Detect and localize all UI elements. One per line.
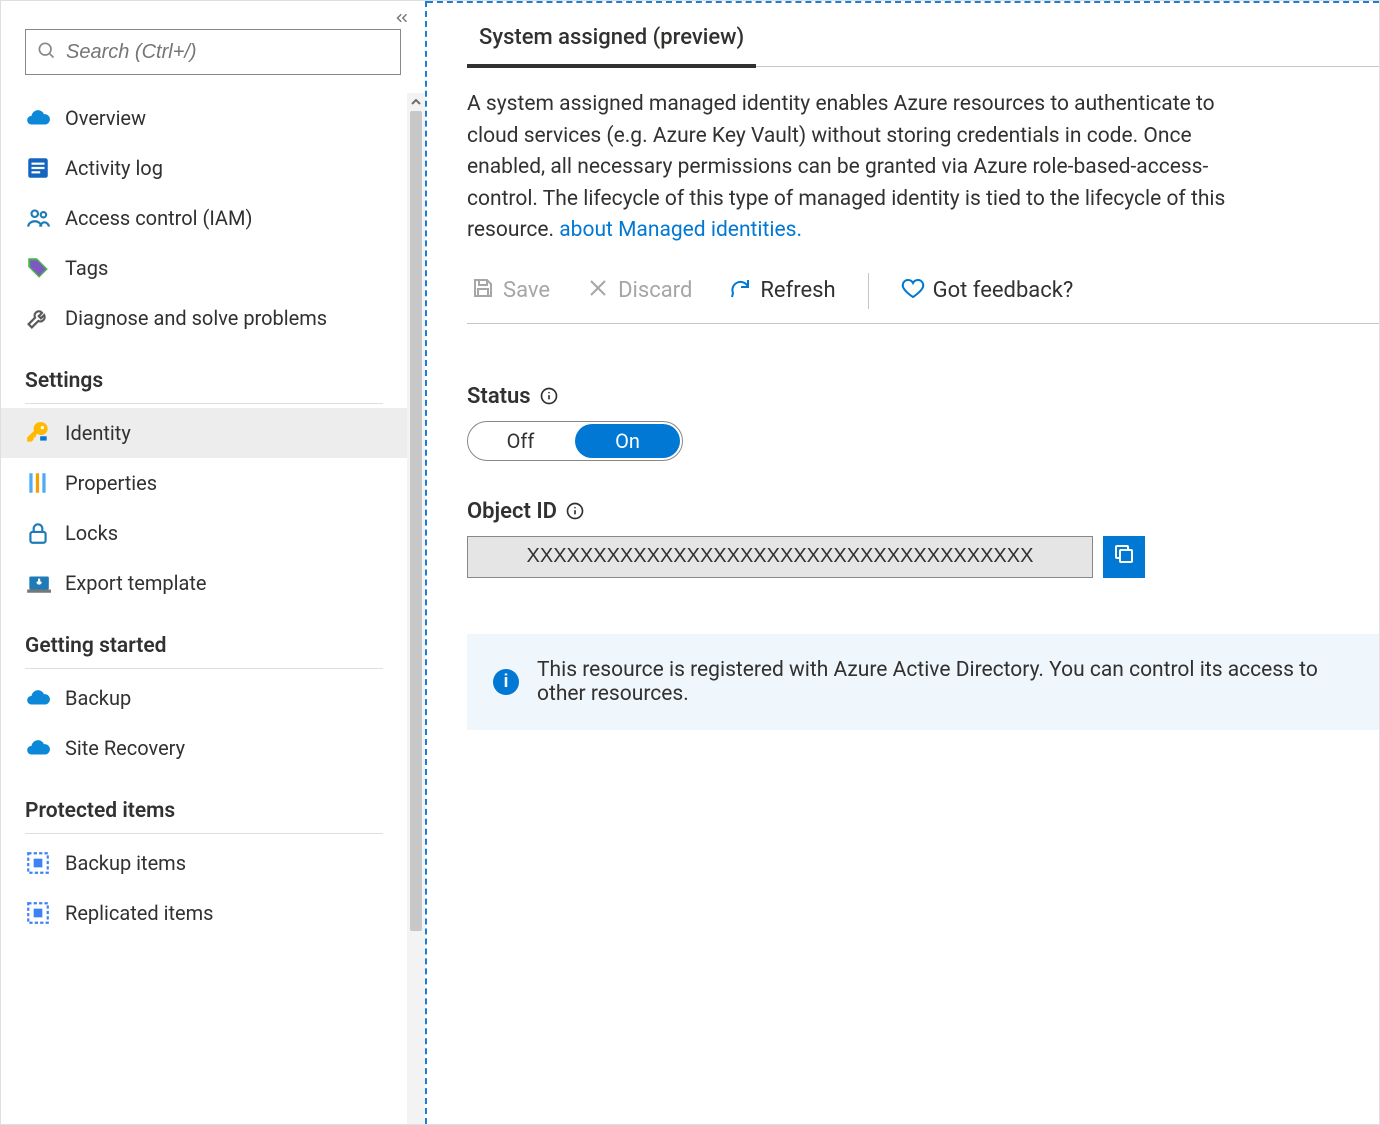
search-box[interactable] [25, 29, 401, 75]
main-content: System assigned (preview) A system assig… [427, 1, 1379, 1124]
sidebar-item-label: Backup items [65, 851, 186, 875]
scrollbar[interactable] [407, 93, 425, 1124]
object-id-field: Object ID [467, 499, 1379, 578]
copy-button[interactable] [1103, 536, 1145, 578]
chevron-double-left-icon [393, 8, 411, 32]
collapse-sidebar-button[interactable] [389, 7, 415, 33]
sidebar-section-protected-items: Protected items [1, 773, 407, 829]
sidebar-item-label: Identity [65, 421, 131, 445]
status-toggle[interactable]: Off On [467, 421, 683, 461]
refresh-icon [728, 276, 752, 306]
divider [25, 668, 383, 669]
divider [25, 403, 383, 404]
status-label: Status [467, 384, 531, 409]
info-icon[interactable] [565, 501, 585, 521]
sidebar-item-label: Tags [65, 256, 108, 280]
grid-icon [25, 850, 51, 876]
sidebar-item-site-recovery[interactable]: Site Recovery [1, 723, 407, 773]
info-banner: i This resource is registered with Azure… [467, 634, 1379, 730]
object-id-label: Object ID [467, 499, 557, 524]
sidebar-item-access-control[interactable]: Access control (IAM) [1, 193, 407, 243]
discard-button[interactable]: Discard [582, 274, 696, 308]
tags-icon [25, 255, 51, 281]
sidebar-item-tags[interactable]: Tags [1, 243, 407, 293]
cloud-icon [25, 685, 51, 711]
info-icon[interactable] [539, 386, 559, 406]
cloud-icon [25, 105, 51, 131]
scrollbar-up-icon[interactable] [407, 93, 425, 111]
info-badge-icon: i [493, 669, 519, 695]
sidebar-item-export-template[interactable]: Export template [1, 558, 407, 608]
feedback-button[interactable]: Got feedback? [897, 274, 1078, 308]
sidebar-item-locks[interactable]: Locks [1, 508, 407, 558]
cloud-icon [25, 735, 51, 761]
info-banner-text: This resource is registered with Azure A… [537, 658, 1353, 706]
key-icon [25, 420, 51, 446]
search-icon [36, 40, 56, 65]
heart-icon [901, 276, 925, 306]
refresh-button[interactable]: Refresh [724, 274, 839, 308]
sidebar-section-settings: Settings [1, 343, 407, 399]
sliders-icon [25, 470, 51, 496]
sidebar-item-label: Backup [65, 686, 131, 710]
copy-icon [1112, 542, 1136, 571]
close-icon [586, 276, 610, 306]
sidebar: Overview Activity log Access control (IA… [1, 1, 427, 1124]
sidebar-item-overview[interactable]: Overview [1, 93, 407, 143]
sidebar-section-getting-started: Getting started [1, 608, 407, 664]
toolbar: Save Discard Refresh Got feedback? [467, 273, 1379, 324]
export-icon [25, 570, 51, 596]
sidebar-item-label: Activity log [65, 156, 163, 180]
learn-more-link[interactable]: about Managed identities. [559, 218, 802, 242]
save-icon [471, 276, 495, 306]
sidebar-item-label: Locks [65, 521, 118, 545]
sidebar-item-replicated-items[interactable]: Replicated items [1, 888, 407, 938]
sidebar-item-backup[interactable]: Backup [1, 673, 407, 723]
object-id-input[interactable] [467, 536, 1093, 578]
sidebar-item-activity-log[interactable]: Activity log [1, 143, 407, 193]
wrench-icon [25, 305, 51, 331]
sidebar-item-label: Access control (IAM) [65, 206, 252, 230]
sidebar-item-properties[interactable]: Properties [1, 458, 407, 508]
tab-system-assigned[interactable]: System assigned (preview) [467, 19, 756, 68]
sidebar-item-label: Overview [65, 106, 146, 130]
sidebar-item-label: Site Recovery [65, 736, 185, 760]
sidebar-item-label: Properties [65, 471, 157, 495]
sidebar-item-label: Replicated items [65, 901, 214, 925]
grid-icon [25, 900, 51, 926]
save-button[interactable]: Save [467, 274, 554, 308]
status-off-option[interactable]: Off [468, 422, 573, 460]
sidebar-item-label: Diagnose and solve problems [65, 306, 327, 330]
scrollbar-thumb[interactable] [410, 111, 422, 931]
toolbar-divider [868, 273, 869, 309]
sidebar-item-backup-items[interactable]: Backup items [1, 838, 407, 888]
sidebar-item-label: Export template [65, 571, 207, 595]
sidebar-item-identity[interactable]: Identity [1, 408, 407, 458]
description-text: A system assigned managed identity enabl… [467, 89, 1247, 247]
status-field: Status Off On [467, 384, 1379, 461]
tab-bar: System assigned (preview) [467, 19, 1379, 67]
divider [25, 833, 383, 834]
search-input[interactable] [66, 41, 390, 64]
sidebar-nav: Overview Activity log Access control (IA… [1, 93, 425, 938]
people-icon [25, 205, 51, 231]
activity-log-icon [25, 155, 51, 181]
status-on-option[interactable]: On [575, 424, 680, 458]
lock-icon [25, 520, 51, 546]
sidebar-item-diagnose[interactable]: Diagnose and solve problems [1, 293, 407, 343]
